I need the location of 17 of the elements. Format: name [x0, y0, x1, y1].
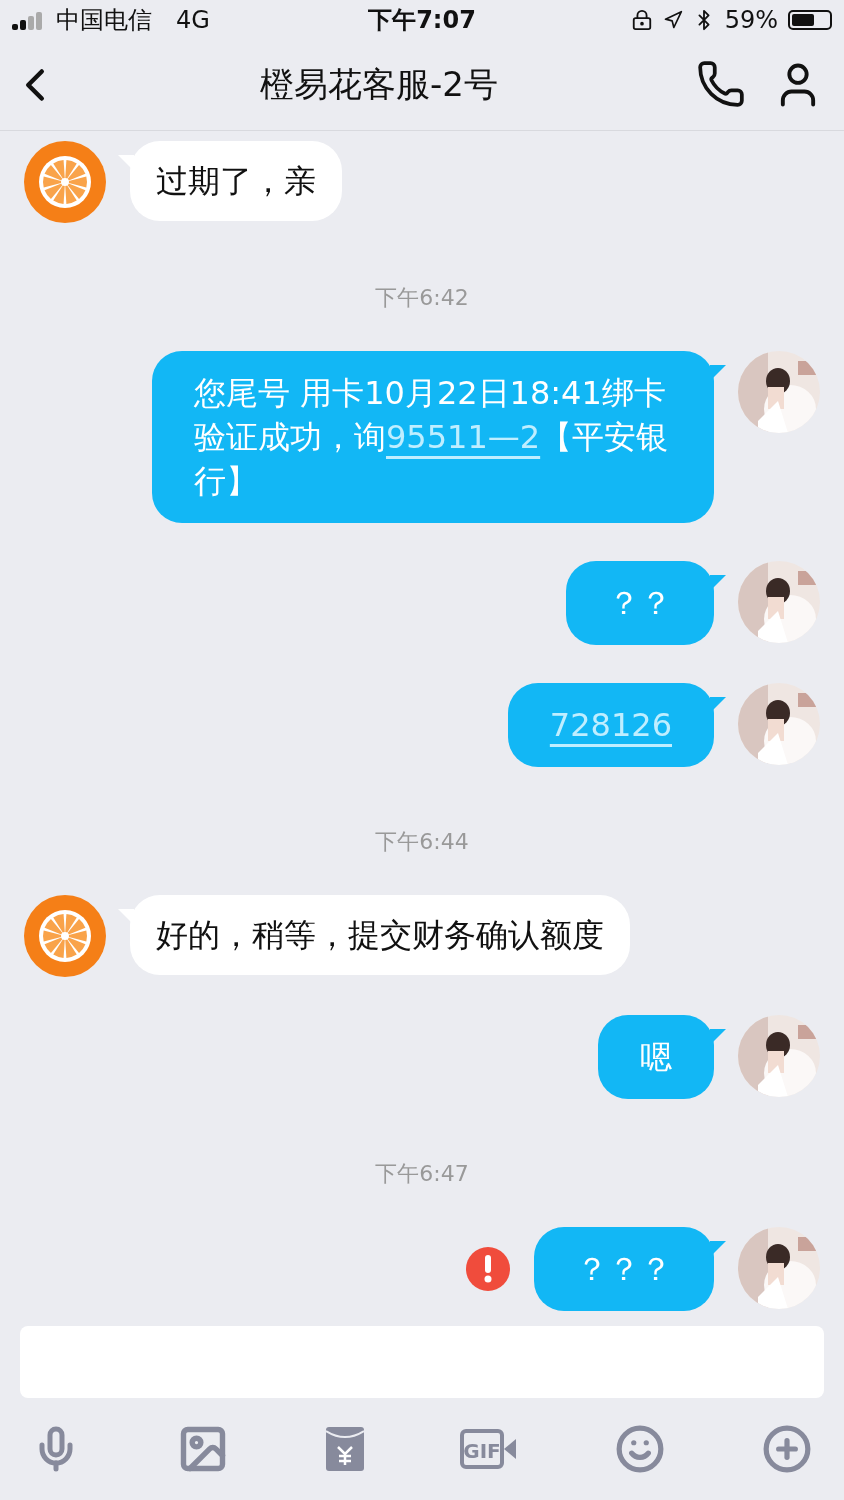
rotation-lock-icon	[630, 9, 653, 31]
network-label: 4G	[176, 6, 210, 34]
message-link[interactable]: 95511—2	[386, 418, 541, 456]
message-link[interactable]: 728126	[549, 706, 672, 744]
emoji-icon[interactable]	[615, 1424, 666, 1474]
timestamp: 下午6:47	[375, 1160, 469, 1188]
chat-title: 橙易花客服-2号	[260, 63, 498, 106]
location-icon	[662, 10, 683, 30]
timestamp: 下午6:42	[375, 284, 469, 312]
timestamp: 下午6:44	[375, 828, 469, 856]
envelope-icon[interactable]	[325, 1427, 364, 1471]
plus-icon[interactable]	[762, 1424, 812, 1474]
carrier-label: 中国电信	[56, 5, 152, 36]
battery-percent: 59%	[724, 6, 778, 34]
battery-icon	[788, 10, 832, 30]
status-time: 下午7:07	[368, 5, 476, 36]
failed-icon[interactable]	[466, 1247, 510, 1291]
